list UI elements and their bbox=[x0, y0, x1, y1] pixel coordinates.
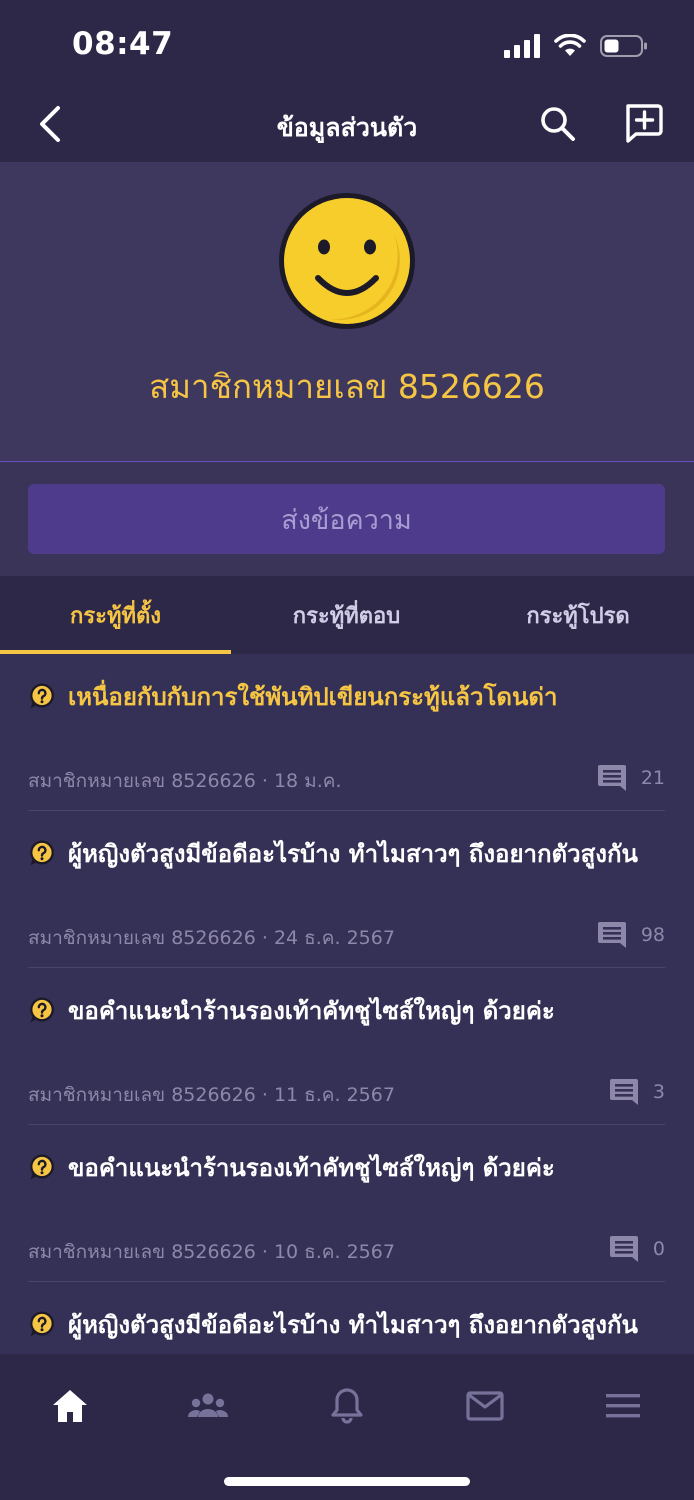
topic-item[interactable]: ผู้หญิงตัวสูงมีข้อดีอะไรบ้าง ทำไมสาวๆ ถึ… bbox=[28, 1282, 665, 1354]
topic-date: 11 ธ.ค. 2567 bbox=[273, 1084, 395, 1106]
bell-icon[interactable] bbox=[325, 1384, 369, 1428]
question-icon bbox=[30, 1311, 54, 1337]
topic-author: สมาชิกหมายเลข 8526626 bbox=[28, 1241, 256, 1263]
question-icon bbox=[30, 683, 54, 709]
comment-count-value: 0 bbox=[652, 1238, 665, 1260]
question-icon bbox=[30, 840, 54, 866]
topic-title-text: ผู้หญิงตัวสูงมีข้อดีอะไรบ้าง ทำไมสาวๆ ถึ… bbox=[68, 840, 638, 868]
topic-date: 18 ม.ค. bbox=[273, 770, 342, 792]
question-icon bbox=[30, 1154, 54, 1180]
battery-icon bbox=[600, 35, 647, 57]
topic-title-text: เหนื่อยกับกับการใช้พันทิปเขียนกระทู้แล้ว… bbox=[68, 683, 558, 711]
topic-meta: สมาชิกหมายเลข 8526626 · 10 ธ.ค. 2567 bbox=[28, 1241, 395, 1263]
topic-item[interactable]: ขอคำแนะนำร้านรองเท้าคัทชูไซส์ใหญ่ๆ ด้วยค… bbox=[28, 968, 665, 1125]
navigation-bar: ข้อมูลส่วนตัว bbox=[0, 88, 694, 162]
menu-icon[interactable] bbox=[601, 1384, 645, 1428]
comment-count: 3 bbox=[609, 1078, 665, 1106]
topic-date: 24 ธ.ค. 2567 bbox=[273, 927, 395, 949]
topic-title-text: ขอคำแนะนำร้านรองเท้าคัทชูไซส์ใหญ่ๆ ด้วยค… bbox=[68, 1154, 555, 1182]
page-title: ข้อมูลส่วนตัว bbox=[276, 113, 418, 142]
comment-icon bbox=[597, 922, 626, 948]
smiley-avatar[interactable] bbox=[276, 190, 418, 332]
topic-tabs: กระทู้ที่ตั้ง กระทู้ที่ตอบ กระทู้โปรด bbox=[0, 576, 694, 654]
topic-title[interactable]: ผู้หญิงตัวสูงมีข้อดีอะไรบ้าง ทำไมสาวๆ ถึ… bbox=[28, 1304, 665, 1347]
tab-replied-topics[interactable]: กระทู้ที่ตอบ bbox=[231, 576, 462, 654]
comment-icon bbox=[609, 1079, 638, 1105]
topic-title[interactable]: เหนื่อยกับกับการใช้พันทิปเขียนกระทู้แล้ว… bbox=[28, 676, 665, 719]
comment-count-value: 21 bbox=[640, 767, 665, 789]
topic-meta: สมาชิกหมายเลข 8526626 · 11 ธ.ค. 2567 bbox=[28, 1084, 395, 1106]
topic-meta: สมาชิกหมายเลข 8526626 · 24 ธ.ค. 2567 bbox=[28, 927, 395, 949]
topic-item[interactable]: ผู้หญิงตัวสูงมีข้อดีอะไรบ้าง ทำไมสาวๆ ถึ… bbox=[28, 811, 665, 968]
status-icons bbox=[504, 32, 648, 60]
topic-item[interactable]: เหนื่อยกับกับการใช้พันทิปเขียนกระทู้แล้ว… bbox=[28, 654, 665, 811]
wifi-icon bbox=[554, 34, 586, 56]
home-indicator bbox=[224, 1477, 470, 1486]
topic-title[interactable]: ขอคำแนะนำร้านรองเท้าคัทชูไซส์ใหญ่ๆ ด้วยค… bbox=[28, 1147, 665, 1190]
topic-item[interactable]: ขอคำแนะนำร้านรองเท้าคัทชูไซส์ใหญ่ๆ ด้วยค… bbox=[28, 1125, 665, 1282]
status-bar: 08:47 bbox=[0, 0, 694, 88]
send-message-button[interactable]: ส่งข้อความ bbox=[28, 484, 665, 554]
topic-title-text: ผู้หญิงตัวสูงมีข้อดีอะไรบ้าง ทำไมสาวๆ ถึ… bbox=[68, 1311, 638, 1339]
new-topic-icon[interactable] bbox=[620, 100, 666, 146]
status-time: 08:47 bbox=[72, 26, 174, 62]
topic-author: สมาชิกหมายเลข 8526626 bbox=[28, 1084, 256, 1106]
signal-icon bbox=[504, 34, 540, 58]
comment-count-value: 3 bbox=[652, 1081, 665, 1103]
tab-favorite-topics[interactable]: กระทู้โปรด bbox=[462, 576, 694, 654]
topic-title-text: ขอคำแนะนำร้านรองเท้าคัทชูไซส์ใหญ่ๆ ด้วยค… bbox=[68, 997, 555, 1025]
search-icon[interactable] bbox=[536, 102, 580, 146]
comment-icon bbox=[609, 1236, 638, 1262]
topic-title[interactable]: ขอคำแนะนำร้านรองเท้าคัทชูไซส์ใหญ่ๆ ด้วยค… bbox=[28, 990, 665, 1033]
comment-count: 98 bbox=[597, 921, 665, 949]
comment-count-value: 98 bbox=[640, 924, 665, 946]
topic-date: 10 ธ.ค. 2567 bbox=[273, 1241, 395, 1263]
message-section: ส่งข้อความ bbox=[0, 462, 694, 576]
mail-icon[interactable] bbox=[463, 1384, 507, 1428]
profile-header: สมาชิกหมายเลข 8526626 bbox=[0, 162, 694, 462]
comment-count: 21 bbox=[597, 764, 665, 792]
community-icon[interactable] bbox=[186, 1384, 230, 1428]
topic-list: เหนื่อยกับกับการใช้พันทิปเขียนกระทู้แล้ว… bbox=[0, 654, 694, 1354]
tab-created-topics[interactable]: กระทู้ที่ตั้ง bbox=[0, 576, 231, 654]
comment-icon bbox=[597, 765, 626, 791]
topic-meta: สมาชิกหมายเลข 8526626 · 18 ม.ค. bbox=[28, 770, 342, 792]
topic-title[interactable]: ผู้หญิงตัวสูงมีข้อดีอะไรบ้าง ทำไมสาวๆ ถึ… bbox=[28, 833, 665, 876]
topic-author: สมาชิกหมายเลข 8526626 bbox=[28, 927, 256, 949]
home-icon[interactable] bbox=[48, 1384, 92, 1428]
comment-count: 0 bbox=[609, 1235, 665, 1263]
profile-name: สมาชิกหมายเลข 8526626 bbox=[149, 367, 545, 406]
topic-author: สมาชิกหมายเลข 8526626 bbox=[28, 770, 256, 792]
question-icon bbox=[30, 997, 54, 1023]
